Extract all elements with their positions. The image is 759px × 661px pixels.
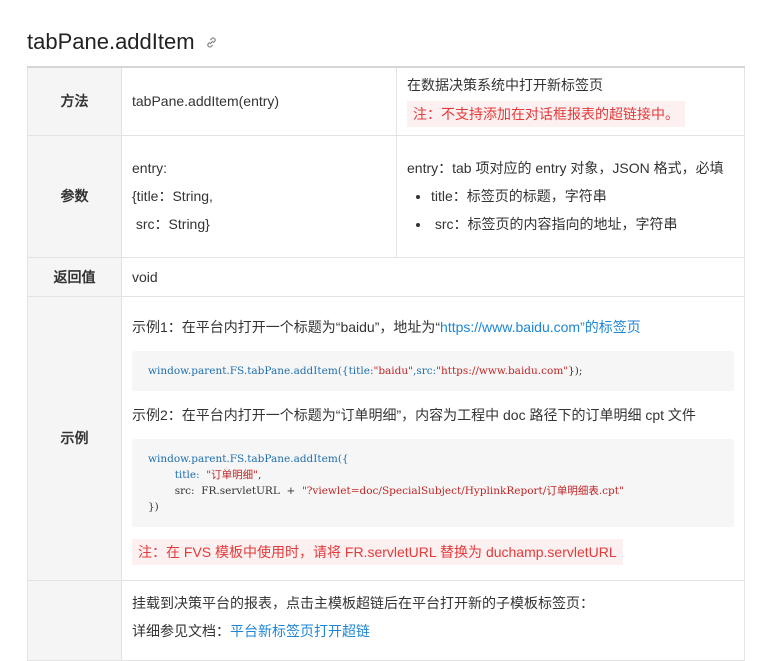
example-label: 示例 [27, 295, 122, 581]
last-line-1: 挂载到决策平台的报表，点击主模板超链后在平台打开新的子模板标签页： [132, 594, 594, 611]
last-cell: 挂载到决策平台的报表，点击主模板超链后在平台打开新的子模板标签页： 详细参见文档… [121, 579, 745, 661]
list-item: src：标签页的内容指向的地址，字符串 [431, 210, 734, 238]
example-2-text: 示例2：在平台内打开一个标题为“订单明细”，内容为工程中 doc 路径下的订单明… [132, 407, 696, 423]
code-string: "baidu" [373, 365, 413, 377]
params-code-cell: entry: {title：String, src：String} [121, 134, 397, 258]
page: tabPane.addItem 方法 tabPane.addItem(entry… [0, 0, 759, 661]
example-1-prefix: 示例1：在平台内打开一个标题为“baidu”，地址为“ [132, 319, 441, 335]
method-desc-cell: 在数据决策系统中打开新标签页 注：不支持添加在对话框报表的超链接中。 [396, 66, 745, 136]
code-string: "订单明细" [206, 469, 258, 481]
code-token: , [257, 469, 262, 481]
code-token: src: FR.servletURL + [148, 485, 302, 497]
code-token: ,src: [412, 365, 437, 377]
last-line-2-prefix: 详细参见文档： [132, 622, 230, 639]
page-title-text: tabPane.addItem [27, 29, 195, 54]
list-item: title：标签页的标题，字符串 [431, 182, 734, 210]
example-cell: 示例1：在平台内打开一个标题为“baidu”，地址为“https://www.b… [121, 295, 745, 581]
last-row: 挂载到决策平台的报表，点击主模板超链后在平台打开新的子模板标签页： 详细参见文档… [27, 579, 745, 661]
returns-value: void [121, 256, 745, 297]
example-row: 示例 示例1：在平台内打开一个标题为“baidu”，地址为“https://ww… [27, 295, 745, 581]
example-1-suffix: ”的标签页 [580, 319, 641, 335]
params-desc-cell: entry：tab 项对应的 entry 对象，JSON 格式，必填 title… [396, 134, 745, 258]
example-warning: 注：在 FVS 模板中使用时，请将 FR.servletURL 替换为 duch… [132, 539, 623, 565]
code-line: window.parent.FS.tabPane.addItem({ [148, 453, 349, 465]
code-line: }) [148, 501, 159, 513]
params-label: 参数 [27, 134, 122, 258]
code-string: "https://www.baidu.com" [436, 365, 569, 377]
doc-link[interactable]: 平台新标签页打开超链 [230, 623, 370, 639]
code-string: "?viewlet=doc/SpecialSubject/HyplinkRepo… [301, 485, 624, 497]
api-table: 方法 tabPane.addItem(entry) 在数据决策系统中打开新标签页… [27, 66, 745, 661]
params-line: entry: [132, 160, 168, 176]
params-desc: entry：tab 项对应的 entry 对象，JSON 格式，必填 [407, 160, 724, 176]
example-1-text: 示例1：在平台内打开一个标题为“baidu”，地址为“https://www.b… [132, 313, 734, 341]
params-list: title：标签页的标题，字符串 src：标签页的内容指向的地址，字符串 [407, 182, 734, 238]
method-label: 方法 [27, 66, 122, 136]
last-line-2: 详细参见文档：平台新标签页打开超链 [132, 617, 734, 645]
baidu-link[interactable]: https://www.baidu.com [440, 319, 580, 335]
params-line: {title：String, [132, 188, 213, 204]
code-token: window.parent.FS.tabPane.addItem({title: [148, 365, 374, 377]
code-token: }); [568, 365, 583, 377]
method-signature: tabPane.addItem(entry) [121, 66, 397, 136]
params-line: src：String} [132, 216, 210, 232]
page-title: tabPane.addItem [27, 0, 759, 66]
returns-label: 返回值 [27, 256, 122, 297]
params-row: 参数 entry: {title：String, src：String} ent… [27, 134, 745, 258]
returns-row: 返回值 void [27, 256, 745, 297]
method-warning: 注：不支持添加在对话框报表的超链接中。 [407, 101, 685, 128]
code-token: title: [148, 469, 207, 481]
method-row: 方法 tabPane.addItem(entry) 在数据决策系统中打开新标签页… [27, 66, 745, 136]
method-desc: 在数据决策系统中打开新标签页 [407, 77, 603, 94]
last-label [27, 579, 122, 661]
code-block-1: window.parent.FS.tabPane.addItem({title:… [132, 351, 734, 391]
code-block-2: window.parent.FS.tabPane.addItem({ title… [132, 439, 734, 527]
link-icon[interactable] [205, 36, 218, 49]
